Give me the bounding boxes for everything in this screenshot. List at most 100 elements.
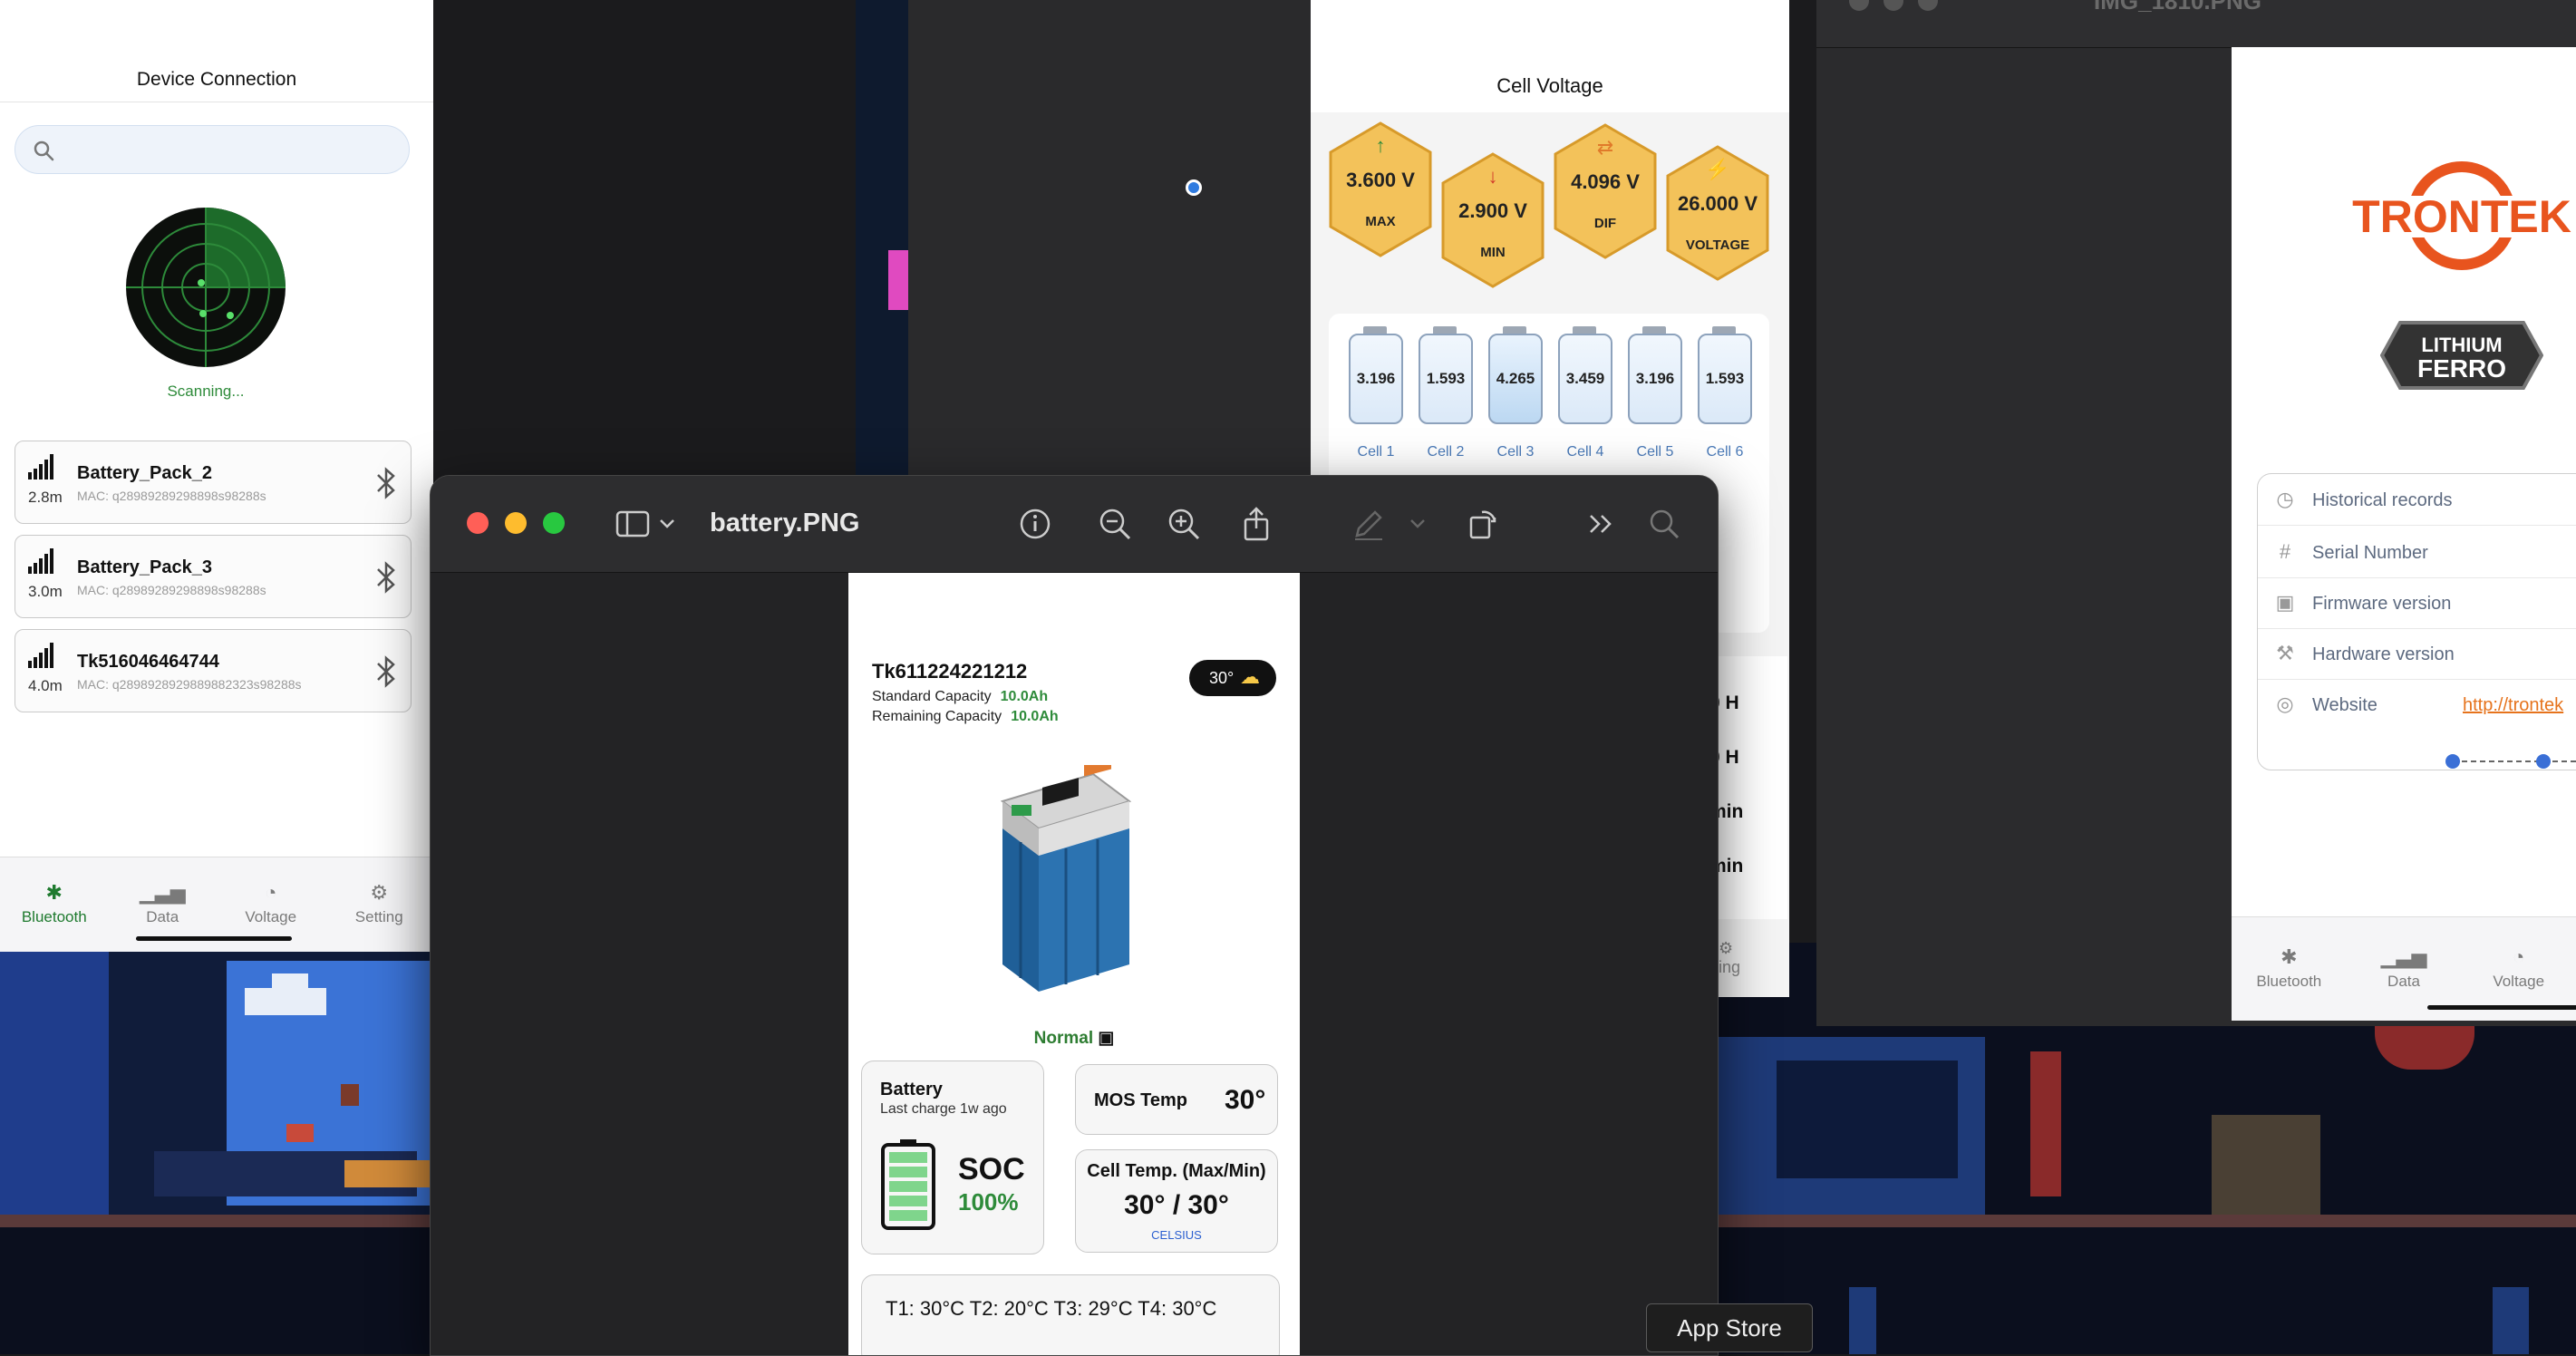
bluetooth-icon[interactable] — [376, 655, 396, 688]
tab-bluetooth[interactable]: ✱ Bluetooth — [2232, 917, 2347, 1021]
page-title: Device Connection — [136, 69, 297, 90]
window-title: IMG_1810.PNG — [2094, 0, 2261, 15]
signal-icon — [28, 454, 53, 479]
battery-soc-card: Battery Last charge 1w ago SOC 100% — [861, 1061, 1044, 1254]
background-window-strip — [856, 0, 908, 480]
chevron-down-icon[interactable] — [657, 505, 677, 543]
bluetooth-icon[interactable] — [376, 561, 396, 594]
diff-voltage-badge: ⇄ 4.096 V DIF — [1552, 123, 1659, 259]
device-list-item[interactable]: 3.0m Battery_Pack_3 MAC: q28989289298898… — [15, 535, 412, 618]
rotate-icon[interactable] — [1464, 505, 1502, 543]
share-icon[interactable] — [1237, 505, 1275, 543]
window-title: battery.PNG — [710, 508, 860, 538]
info-list: ◷ Historical records # Serial Number I ▣… — [2257, 473, 2576, 770]
weather-badge: 30° ☁ — [1189, 660, 1276, 696]
bluetooth-icon: ✱ — [2281, 945, 2298, 968]
chevron-down-icon[interactable] — [1408, 505, 1428, 543]
min-voltage-badge: ↓ 2.900 V MIN — [1439, 152, 1546, 288]
background-window-dark — [908, 0, 1311, 480]
search-icon[interactable] — [1645, 505, 1683, 543]
tab-setting[interactable]: ⚙ Setting — [325, 857, 434, 952]
radar-icon — [126, 208, 286, 367]
close-button[interactable] — [467, 512, 489, 534]
signal-icon — [28, 548, 53, 574]
hash-icon: # — [2279, 540, 2291, 563]
battery-image-document: Tk611224221212 Standard Capacity 10.0Ah R… — [848, 573, 1300, 1355]
bluetooth-icon[interactable] — [376, 467, 396, 499]
gear-icon: ⚙ — [370, 881, 389, 904]
hardware-version-row: ⚒ Hardware version — [2258, 628, 2576, 680]
cell-battery: 3.459 Cell 4 — [1558, 326, 1612, 460]
website-row: ◎ Website http://trontek — [2258, 679, 2576, 730]
cell-battery: 3.196 Cell 5 — [1628, 326, 1682, 460]
device-list-item[interactable]: 4.0m Tk516046464744 MAC: q28989289298898… — [15, 629, 412, 712]
sensor-temps-card: T1: 30°C T2: 20°C T3: 29°C T4: 30°C — [861, 1274, 1280, 1355]
zoom-button[interactable] — [543, 512, 565, 534]
device-name: Battery_Pack_3 — [77, 557, 212, 577]
bar-chart-icon: ▁▃▅ — [139, 881, 186, 904]
device-distance: 4.0m — [28, 677, 63, 694]
battery-full-icon — [881, 1139, 935, 1230]
trontek-settings-screen: TRONTEK LITHIUM FERRO ◷ Historical recor… — [2232, 47, 2576, 1021]
gauge-icon: ◔ — [265, 881, 277, 904]
bar-chart-icon: ▁▃▅ — [2380, 945, 2427, 968]
home-indicator — [2427, 1005, 2576, 1010]
cell-battery: 1.593 Cell 2 — [1419, 326, 1473, 460]
chevron-double-right-icon[interactable] — [1582, 505, 1620, 543]
search-input[interactable] — [66, 126, 396, 175]
minimize-button[interactable] — [505, 512, 527, 534]
device-list-item[interactable]: 2.8m Battery_Pack_2 MAC: q28989289298898… — [15, 441, 412, 524]
mos-temp-card: MOS Temp 30° — [1075, 1064, 1278, 1135]
standard-capacity: Standard Capacity 10.0Ah — [872, 689, 1049, 704]
remaining-capacity: Remaining Capacity 10.0Ah — [872, 709, 1059, 724]
lithium-ferro-logo: LITHIUM FERRO — [2380, 321, 2543, 390]
zoom-in-icon[interactable] — [1165, 505, 1203, 543]
clock-icon: ◷ — [2276, 488, 2294, 510]
sidebar-toggle-icon[interactable] — [614, 505, 652, 543]
info-icon[interactable] — [1016, 505, 1054, 543]
page-slider[interactable] — [2445, 751, 2576, 772]
total-voltage-badge: ⚡ 26.000 V VOLTAGE — [1664, 145, 1771, 281]
app-store-tooltip: App Store — [1646, 1303, 1813, 1352]
zoom-out-icon[interactable] — [1096, 505, 1134, 543]
signal-icon — [28, 643, 53, 668]
max-voltage-badge: ↑ 3.600 V MAX — [1327, 121, 1434, 257]
search-bar[interactable] — [15, 125, 410, 175]
device-name: Tk516046464744 — [77, 652, 219, 672]
page-title: Cell Voltage — [1496, 74, 1603, 97]
battery-status: Normal ▣ — [1033, 1029, 1115, 1048]
markup-pen-icon[interactable] — [1350, 505, 1388, 543]
device-mac: MAC: q28989289298898s98288s — [77, 489, 266, 503]
arrow-down-icon: ↓ — [1487, 165, 1498, 188]
svg-text:FERRO: FERRO — [2417, 354, 2506, 383]
cell-temp-card: Cell Temp. (Max/Min) 30° / 30° CELSIUS — [1075, 1149, 1278, 1253]
diff-arrows-icon: ⇄ — [1596, 136, 1614, 159]
lock-icon: ▣ — [1098, 1029, 1115, 1048]
bluetooth-icon: ✱ — [45, 881, 63, 904]
website-link[interactable]: http://trontek — [2463, 695, 2563, 716]
arrow-up-icon: ↑ — [1375, 134, 1386, 157]
gauge-icon: ◔ — [2513, 945, 2525, 968]
preview-window: battery.PNG Tk611224221212 Standard Capa… — [430, 475, 1719, 1356]
device-mac: MAC: q28989289298898s98288s — [77, 583, 266, 597]
serial-number-row: # Serial Number I — [2258, 527, 2576, 578]
historical-records-row[interactable]: ◷ Historical records — [2258, 474, 2576, 526]
lightning-icon: ⚡ — [1705, 158, 1730, 180]
window-toolbar: IMG_1810.PNG — [1816, 0, 2576, 48]
globe-icon: ◎ — [2276, 693, 2294, 715]
device-name: Battery_Pack_2 — [77, 463, 212, 483]
device-connection-screen: Device Connection Scanning... 2.8m Batte… — [0, 0, 433, 952]
tab-bluetooth[interactable]: ✱ Bluetooth — [0, 857, 109, 952]
cursor-dot — [1186, 179, 1202, 196]
svg-text:LITHIUM: LITHIUM — [2421, 334, 2502, 356]
chip-icon: ▣ — [2275, 591, 2295, 614]
firmware-version-row: ▣ Firmware version — [2258, 577, 2576, 629]
battery-serial: Tk611224221212 — [872, 660, 1028, 683]
device-distance: 2.8m — [28, 489, 63, 506]
search-icon — [34, 140, 54, 161]
partly-cloudy-icon: ☁ — [1240, 665, 1260, 688]
cell-battery: 1.593 Cell 6 — [1698, 326, 1752, 460]
gear-icon: ⚙ — [1719, 939, 1734, 957]
battery-pack-image — [1000, 765, 1132, 992]
device-mac: MAC: q2898928929889882323s98288s — [77, 677, 302, 692]
